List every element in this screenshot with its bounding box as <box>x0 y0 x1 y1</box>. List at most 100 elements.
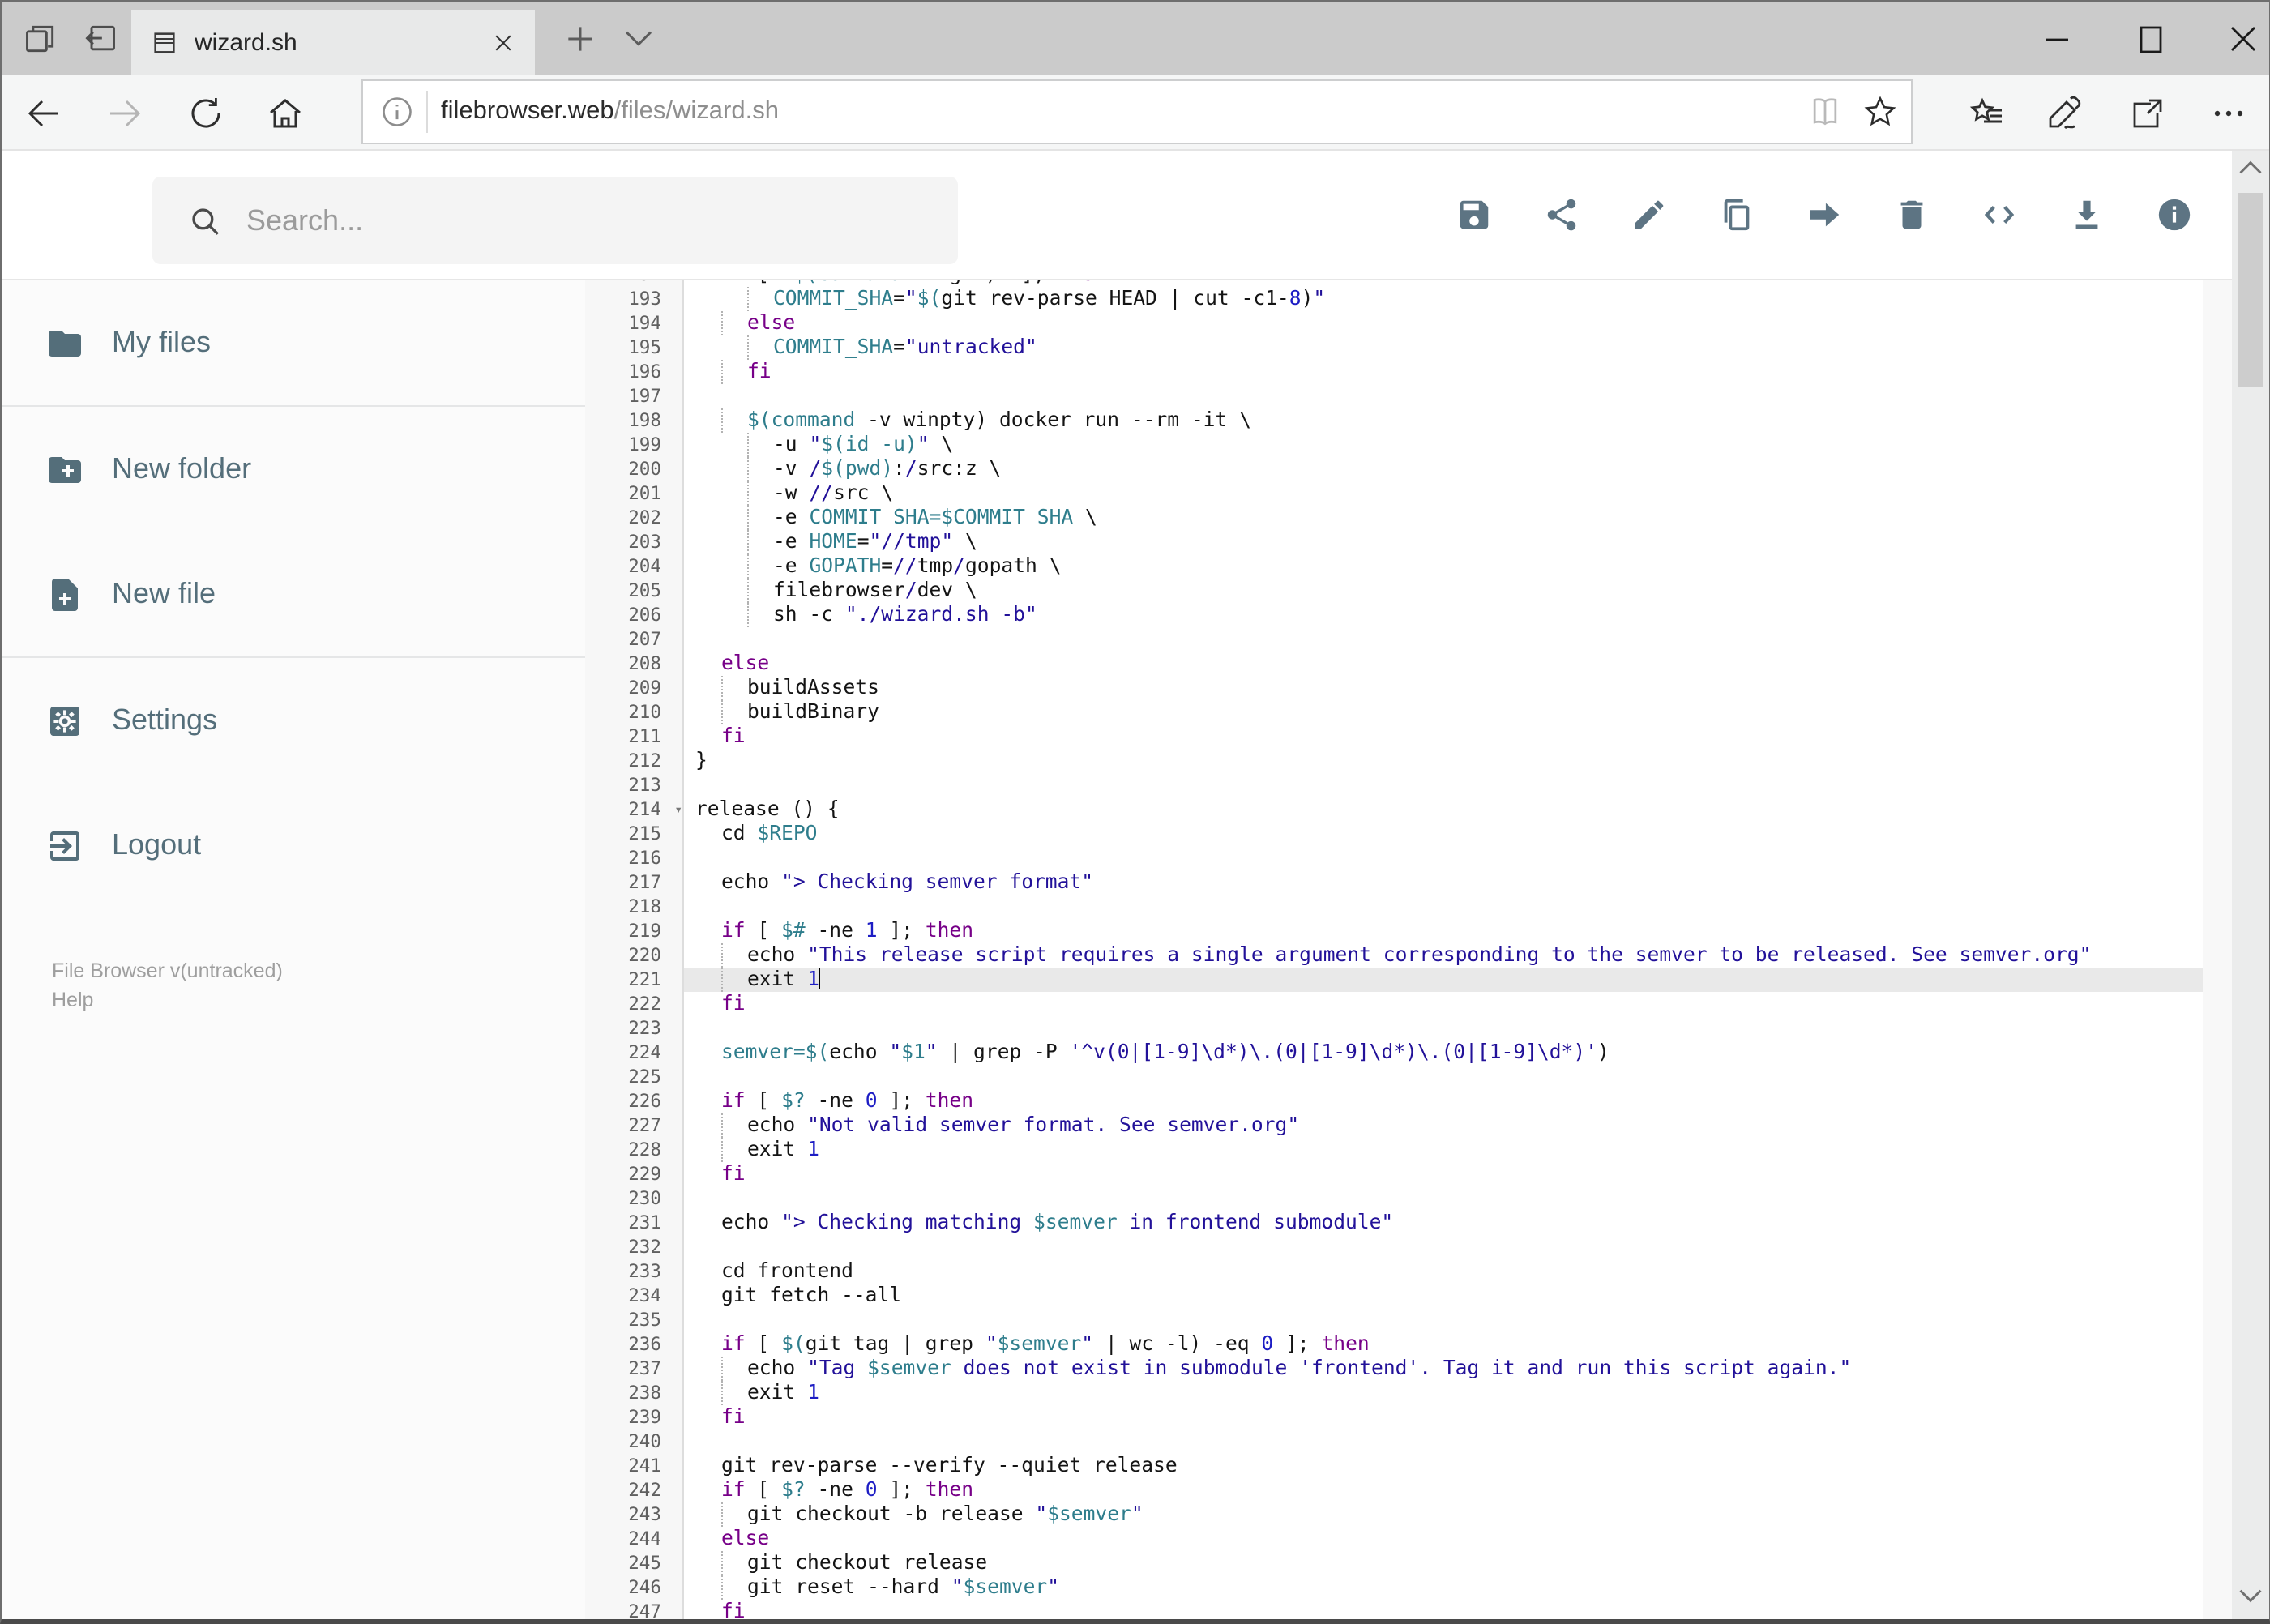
code-line[interactable]: 203 -e HOME="//tmp" \ <box>585 530 2232 554</box>
scroll-up-icon[interactable] <box>2238 159 2263 183</box>
hub-favorites-icon[interactable] <box>1968 94 2007 133</box>
code-line[interactable]: 226 if [ $? -ne 0 ]; then <box>585 1089 2232 1113</box>
scroll-down-icon[interactable] <box>2238 1587 2263 1611</box>
code-line[interactable]: 229 fi <box>585 1162 2232 1186</box>
code-line[interactable]: 224 semver=$(echo "$1" | grep -P '^v(0|[1… <box>585 1041 2232 1065</box>
scrollbar-thumb[interactable] <box>2238 193 2263 387</box>
code-line[interactable]: 232 <box>585 1235 2232 1259</box>
code-line[interactable]: 211 fi <box>585 724 2232 749</box>
more-options-icon[interactable] <box>2209 94 2248 133</box>
code-line[interactable]: 208 else <box>585 652 2232 676</box>
code-line[interactable]: 198 $(command -v winpty) docker run --rm … <box>585 408 2232 433</box>
code-line[interactable]: 225 <box>585 1065 2232 1089</box>
save-icon[interactable] <box>1456 196 1493 233</box>
code-line[interactable]: 233 cd frontend <box>585 1259 2232 1284</box>
code-line[interactable]: 194 else <box>585 311 2232 335</box>
code-line[interactable]: 245 git checkout release <box>585 1551 2232 1575</box>
code-line[interactable]: 215 cd $REPO <box>585 822 2232 846</box>
move-icon[interactable] <box>1806 196 1843 233</box>
copy-icon[interactable] <box>1718 196 1755 233</box>
code-line[interactable]: 221 exit 1 <box>585 968 2232 992</box>
code-line[interactable]: 209 buildAssets <box>585 676 2232 700</box>
code-view-icon[interactable] <box>1981 196 2018 233</box>
url-bar[interactable]: filebrowser.web/files/wizard.sh <box>361 79 1913 144</box>
code-line[interactable]: 236 if [ $(git tag | grep "$semver" | wc … <box>585 1332 2232 1357</box>
refresh-icon[interactable] <box>186 94 225 133</box>
code-line[interactable]: 244 else <box>585 1527 2232 1551</box>
code-line[interactable]: 239 fi <box>585 1405 2232 1430</box>
code-line[interactable]: 197 <box>585 384 2232 408</box>
code-line[interactable]: 228 exit 1 <box>585 1138 2232 1162</box>
tab-close-icon[interactable] <box>491 30 515 54</box>
maximize-button[interactable] <box>2130 18 2172 60</box>
code-line[interactable]: 210 buildBinary <box>585 700 2232 724</box>
url-text[interactable]: filebrowser.web/files/wizard.sh <box>441 97 1807 126</box>
code-line[interactable]: 234 git fetch --all <box>585 1284 2232 1308</box>
sidebar-item-logout[interactable]: Logout <box>2 783 585 908</box>
code-line[interactable]: 201 -w //src \ <box>585 481 2232 506</box>
code-line[interactable]: 223 <box>585 1016 2232 1041</box>
code-line[interactable]: 196 fi <box>585 360 2232 384</box>
code-line[interactable]: 205 filebrowser/dev \ <box>585 579 2232 603</box>
sidebar-item-new-file[interactable]: New file <box>2 532 585 656</box>
code-line[interactable]: 202 -e COMMIT_SHA=$COMMIT_SHA \ <box>585 506 2232 530</box>
code-line[interactable]: 199 -u "$(id -u)" \ <box>585 433 2232 457</box>
code-line[interactable]: 195 COMMIT_SHA="untracked" <box>585 335 2232 360</box>
code-editor[interactable]: 192if [ "$(command -v git)" ]; then193CO… <box>585 280 2232 1619</box>
code-line[interactable]: 230 <box>585 1186 2232 1211</box>
code-line[interactable]: 217 echo "> Checking semver format" <box>585 870 2232 895</box>
close-window-button[interactable] <box>2222 18 2264 60</box>
search-input[interactable]: Search... <box>152 177 958 264</box>
favorite-star-icon[interactable] <box>1862 94 1898 130</box>
minimize-button[interactable] <box>2036 18 2078 60</box>
code-line[interactable]: 222 fi <box>585 992 2232 1016</box>
set-tabs-aside-icon[interactable] <box>83 21 118 57</box>
code-line[interactable]: 247 fi <box>585 1600 2232 1619</box>
tab-list-chevron-icon[interactable] <box>622 29 658 65</box>
page-scrollbar[interactable] <box>2232 151 2269 1619</box>
code-line[interactable]: 213 <box>585 773 2232 797</box>
back-icon[interactable] <box>24 94 63 133</box>
code-line[interactable]: 192if [ "$(command -v git)" ]; then <box>585 280 2232 287</box>
code-line[interactable]: 243 git checkout -b release "$semver" <box>585 1502 2232 1527</box>
share-page-icon[interactable] <box>2128 94 2167 133</box>
code-line[interactable]: 231 echo "> Checking matching $semver in … <box>585 1211 2232 1235</box>
code-line[interactable]: 246 git reset --hard "$semver" <box>585 1575 2232 1600</box>
code-line[interactable]: 204 -e GOPATH=//tmp/gopath \ <box>585 554 2232 579</box>
reading-view-icon[interactable] <box>1807 94 1843 130</box>
sidebar-item-my-files[interactable]: My files <box>2 280 585 405</box>
sidebar-item-new-folder[interactable]: New folder <box>2 407 585 532</box>
home-icon[interactable] <box>266 94 305 133</box>
code-line[interactable]: 241 git rev-parse --verify --quiet releas… <box>585 1454 2232 1478</box>
delete-icon[interactable] <box>1893 196 1930 233</box>
code-line[interactable]: 238 exit 1 <box>585 1381 2232 1405</box>
share-icon[interactable] <box>1543 196 1580 233</box>
forward-icon[interactable] <box>105 94 144 133</box>
code-line[interactable]: 216 <box>585 846 2232 870</box>
code-line[interactable]: 220 echo "This release script requires a … <box>585 943 2232 968</box>
code-line[interactable]: 214 ▾ release () { <box>585 797 2232 822</box>
annotate-pen-icon[interactable] <box>2046 94 2084 133</box>
code-line[interactable]: 240 <box>585 1430 2232 1454</box>
code-line[interactable]: 200 -v /$(pwd):/src:z \ <box>585 457 2232 481</box>
info-icon[interactable] <box>2156 196 2193 233</box>
code-line[interactable]: 242 if [ $? -ne 0 ]; then <box>585 1478 2232 1502</box>
code-line[interactable]: 212} <box>585 749 2232 773</box>
browser-tab[interactable]: wizard.sh <box>131 10 535 75</box>
code-line[interactable]: 227 echo "Not valid semver format. See se… <box>585 1113 2232 1138</box>
code-line[interactable]: 235 <box>585 1308 2232 1332</box>
site-info-icon[interactable] <box>379 94 415 130</box>
new-tab-button[interactable] <box>562 21 598 57</box>
sidebar-item-settings[interactable]: Settings <box>2 658 585 783</box>
code-line[interactable]: 237 echo "Tag $semver does not exist in s… <box>585 1357 2232 1381</box>
help-link[interactable]: Help <box>52 985 585 1015</box>
download-icon[interactable] <box>2068 196 2105 233</box>
code-line[interactable]: 206 sh -c "./wizard.sh -b" <box>585 603 2232 627</box>
edit-icon[interactable] <box>1631 196 1668 233</box>
code-line[interactable]: 193 COMMIT_SHA="$(git rev-parse HEAD | cu… <box>585 287 2232 311</box>
fold-marker-icon[interactable]: ▾ <box>674 797 682 822</box>
tab-preview-icon[interactable] <box>23 21 58 57</box>
code-line[interactable]: 207 <box>585 627 2232 652</box>
code-line[interactable]: 218 <box>585 895 2232 919</box>
code-line[interactable]: 219 if [ $# -ne 1 ]; then <box>585 919 2232 943</box>
